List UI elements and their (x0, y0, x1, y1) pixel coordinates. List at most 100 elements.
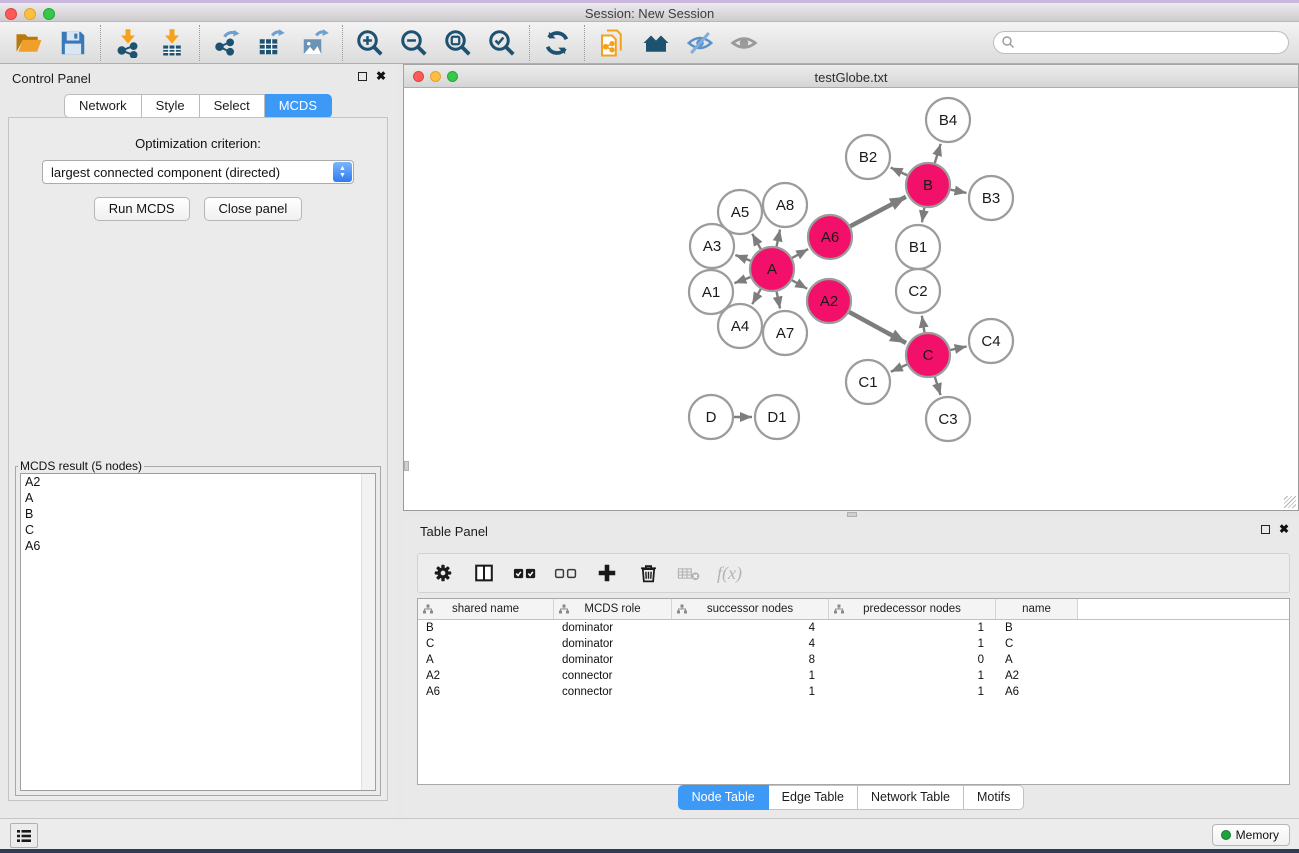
add-column-icon[interactable] (594, 560, 620, 586)
mcds-result-item[interactable]: C (21, 522, 375, 538)
table-cell[interactable]: 0 (829, 652, 996, 668)
table-cell[interactable]: 1 (829, 668, 996, 684)
table-cell[interactable]: dominator (554, 636, 672, 652)
zoom-fit-icon[interactable] (441, 26, 475, 60)
network-window-titlebar[interactable]: testGlobe.txt (403, 64, 1299, 88)
graph-edge-C-C2[interactable] (922, 316, 925, 333)
table-cell[interactable]: A (418, 652, 554, 668)
table-row[interactable]: A6connector11A6 (418, 684, 1289, 700)
mcds-result-item[interactable]: A6 (21, 538, 375, 554)
import-network-icon[interactable] (111, 26, 145, 60)
zoom-selected-icon[interactable] (485, 26, 519, 60)
table-cell[interactable]: dominator (554, 620, 672, 636)
table-cell[interactable]: A2 (418, 668, 554, 684)
delete-column-icon[interactable] (635, 560, 661, 586)
export-image-icon[interactable] (298, 26, 332, 60)
graph-edge-A-A6[interactable] (792, 249, 808, 258)
graph-edge-A-A5[interactable] (752, 234, 761, 249)
graph-edge-A-A4[interactable] (752, 289, 761, 304)
table-cell[interactable]: 8 (672, 652, 829, 668)
mcds-result-item[interactable]: A2 (21, 474, 375, 490)
close-panel-button[interactable]: Close panel (204, 197, 303, 221)
show-column-icon[interactable] (471, 560, 497, 586)
table-cell[interactable]: C (996, 636, 1078, 652)
new-network-icon[interactable] (595, 26, 629, 60)
settings-gear-icon[interactable] (430, 560, 456, 586)
table-cell[interactable]: dominator (554, 652, 672, 668)
table-cell[interactable]: 1 (829, 620, 996, 636)
table-cell[interactable]: 4 (672, 620, 829, 636)
graph-edge-C-C1[interactable] (891, 364, 907, 371)
tab-select[interactable]: Select (200, 94, 265, 118)
table-tab-edge-table[interactable]: Edge Table (769, 785, 858, 810)
mcds-result-item[interactable]: A (21, 490, 375, 506)
column-header-successor-nodes[interactable]: successor nodes (672, 599, 829, 619)
float-table-panel-icon[interactable] (1261, 525, 1270, 534)
tab-mcds[interactable]: MCDS (265, 94, 332, 118)
close-panel-icon[interactable]: ✖ (376, 71, 386, 82)
table-cell[interactable]: connector (554, 684, 672, 700)
close-table-panel-icon[interactable]: ✖ (1279, 524, 1289, 535)
tab-style[interactable]: Style (142, 94, 200, 118)
table-cell[interactable]: connector (554, 668, 672, 684)
table-cell[interactable]: 1 (672, 684, 829, 700)
table-tab-node-table[interactable]: Node Table (678, 785, 769, 810)
delete-table-icon[interactable] (676, 560, 702, 586)
table-row[interactable]: Bdominator41B (418, 620, 1289, 636)
mcds-result-list[interactable]: A2ABCA6 (20, 473, 376, 791)
splitter-handle-vertical[interactable] (404, 461, 409, 471)
result-list-scrollbar[interactable] (361, 474, 375, 790)
graph-edge-A-A1[interactable] (734, 277, 750, 283)
graph-edge-C-C3[interactable] (935, 377, 941, 395)
table-cell[interactable]: B (996, 620, 1078, 636)
refresh-layout-icon[interactable] (540, 26, 574, 60)
task-history-button[interactable] (10, 823, 38, 848)
graph-edge-B-B4[interactable] (935, 144, 941, 163)
graph-edge-A6-B[interactable] (850, 197, 906, 227)
graph-edge-A-A8[interactable] (777, 229, 780, 246)
graph-edge-A-A7[interactable] (777, 292, 780, 309)
column-header-shared-name[interactable]: shared name (418, 599, 554, 619)
column-header-predecessor-nodes[interactable]: predecessor nodes (829, 599, 996, 619)
hide-panels-icon[interactable] (683, 26, 717, 60)
table-cell[interactable]: 4 (672, 636, 829, 652)
export-table-icon[interactable] (254, 26, 288, 60)
table-cell[interactable]: C (418, 636, 554, 652)
graph-edge-A-A3[interactable] (735, 255, 750, 261)
graph-edge-A2-C[interactable] (849, 312, 906, 343)
run-mcds-button[interactable]: Run MCDS (94, 197, 190, 221)
import-table-icon[interactable] (155, 26, 189, 60)
window-resize-grip[interactable] (1284, 496, 1296, 508)
table-cell[interactable]: 1 (672, 668, 829, 684)
table-cell[interactable]: A (996, 652, 1078, 668)
table-cell[interactable]: 1 (829, 684, 996, 700)
table-row[interactable]: Adominator80A (418, 652, 1289, 668)
deselect-all-icon[interactable] (553, 560, 579, 586)
home-icon[interactable] (639, 26, 673, 60)
export-network-icon[interactable] (210, 26, 244, 60)
select-all-icon[interactable] (512, 560, 538, 586)
column-header-name[interactable]: name (996, 599, 1078, 619)
table-cell[interactable]: A2 (996, 668, 1078, 684)
table-row[interactable]: A2connector11A2 (418, 668, 1289, 684)
mcds-result-item[interactable]: B (21, 506, 375, 522)
table-row[interactable]: Cdominator41C (418, 636, 1289, 652)
table-cell[interactable]: 1 (829, 636, 996, 652)
open-file-icon[interactable] (12, 26, 46, 60)
table-tab-network-table[interactable]: Network Table (858, 785, 964, 810)
table-cell[interactable]: A6 (996, 684, 1078, 700)
graph-edge-B-B1[interactable] (922, 208, 924, 223)
memory-button[interactable]: Memory (1212, 824, 1290, 846)
optimization-criterion-select[interactable]: largest connected component (directed) ▲… (42, 160, 354, 184)
preview-eye-icon[interactable] (727, 26, 761, 60)
table-cell[interactable]: B (418, 620, 554, 636)
table-cell[interactable]: A6 (418, 684, 554, 700)
tab-network[interactable]: Network (64, 94, 142, 118)
search-input[interactable] (993, 31, 1289, 54)
save-session-icon[interactable] (56, 26, 90, 60)
network-graph[interactable]: B4B2BB3A8A5A6A3B1AA1C2A2A4A7C4CC1C3DD1 (404, 88, 1298, 509)
column-header-mcds-role[interactable]: MCDS role (554, 599, 672, 619)
table-tab-motifs[interactable]: Motifs (964, 785, 1024, 810)
float-panel-icon[interactable] (358, 72, 367, 81)
zoom-out-icon[interactable] (397, 26, 431, 60)
